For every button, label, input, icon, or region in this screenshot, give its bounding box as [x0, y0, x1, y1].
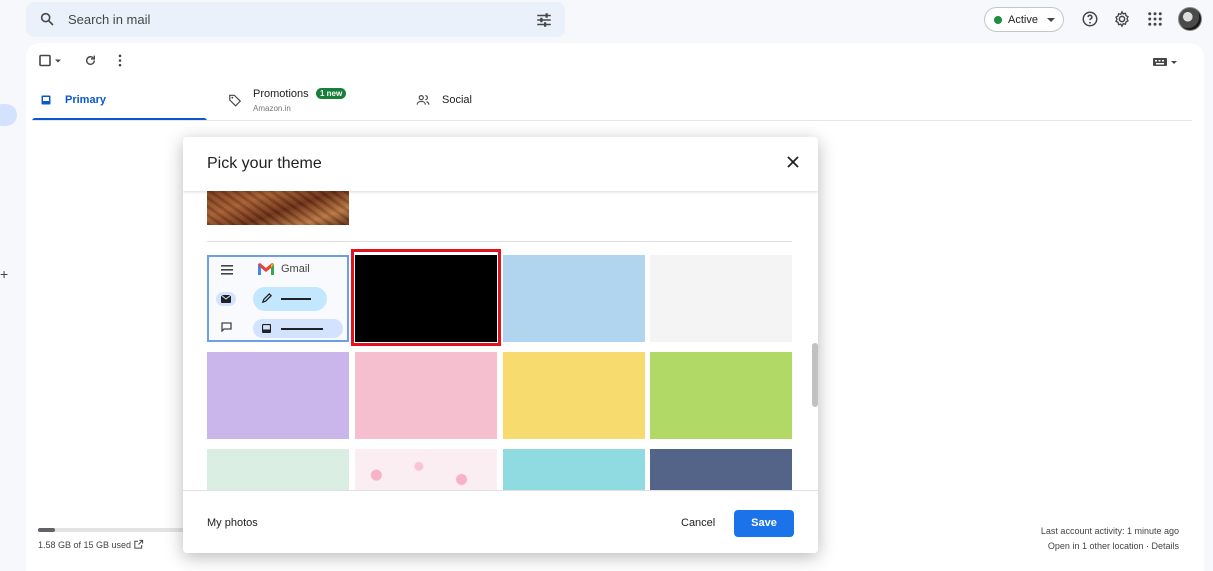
theme-grid: Gmail — [183, 191, 818, 490]
tag-icon — [229, 94, 242, 107]
tab-social-label: Social — [442, 94, 472, 106]
menu-icon — [221, 265, 233, 275]
save-button[interactable]: Save — [734, 510, 794, 537]
dialog-scrollbar[interactable] — [812, 343, 818, 407]
tab-primary[interactable]: Primary — [40, 82, 190, 121]
theme-yellow[interactable] — [503, 352, 645, 439]
search-options-icon[interactable] — [535, 11, 553, 29]
select-checkbox-icon[interactable] — [39, 54, 61, 68]
help-icon[interactable] — [1081, 10, 1099, 28]
theme-mint[interactable] — [207, 449, 349, 490]
dialog-header: Pick your theme — [183, 137, 818, 191]
theme-slate-blue[interactable] — [650, 449, 792, 490]
chat-icon — [221, 322, 232, 332]
close-icon[interactable] — [786, 155, 800, 169]
status-label: Active — [1008, 14, 1038, 26]
theme-light-gray[interactable] — [650, 255, 792, 342]
theme-default[interactable]: Gmail — [207, 255, 349, 342]
dialog-title: Pick your theme — [207, 155, 322, 172]
last-activity-text: Last account activity: 1 minute ago — [1040, 526, 1179, 536]
theme-pink[interactable] — [355, 352, 497, 439]
avatar[interactable] — [1178, 7, 1202, 31]
tab-promotions-label: Promotions — [253, 88, 309, 100]
inbox-preview — [253, 319, 343, 338]
tab-promotions[interactable]: Promotions 1 new Amazon.in — [228, 82, 388, 121]
tabs-divider — [32, 120, 1192, 121]
gear-icon[interactable] — [1113, 10, 1131, 28]
other-location-text[interactable]: Open in 1 other location · Details — [1048, 541, 1179, 551]
storage-fill — [38, 528, 55, 532]
open-in-new-icon[interactable] — [133, 539, 144, 550]
sidebar-selected-indicator[interactable] — [0, 104, 17, 126]
storage-text: 1.58 GB of 15 GB used — [38, 540, 132, 550]
add-label-icon[interactable]: + — [0, 266, 8, 282]
more-vert-icon[interactable] — [117, 54, 123, 67]
tab-social[interactable]: Social — [416, 82, 536, 121]
selected-highlight — [351, 249, 501, 346]
tab-promotions-sublabel: Amazon.in — [253, 104, 291, 113]
search-bar[interactable]: Search in mail — [26, 2, 565, 37]
chevron-down-icon — [1047, 18, 1055, 22]
cancel-button[interactable]: Cancel — [681, 517, 715, 529]
mail-icon — [216, 292, 236, 306]
pencil-icon — [261, 293, 272, 304]
apps-grid-icon[interactable] — [1146, 10, 1164, 28]
compose-preview — [253, 287, 327, 311]
people-icon — [416, 95, 430, 105]
gmail-logo-icon — [258, 263, 274, 275]
status-dropdown[interactable]: Active — [984, 7, 1064, 32]
theme-teal[interactable] — [503, 449, 645, 490]
theme-cherry-blossom[interactable] — [355, 449, 497, 490]
search-input[interactable]: Search in mail — [68, 12, 150, 27]
status-dot — [994, 16, 1002, 24]
theme-green[interactable] — [650, 352, 792, 439]
theme-photo-terrain[interactable] — [207, 191, 349, 225]
dialog-footer: My photos Cancel Save — [183, 490, 818, 553]
theme-dialog: Pick your theme Gmail My photos Cancel S… — [183, 137, 818, 553]
theme-divider — [207, 241, 792, 242]
new-badge: 1 new — [316, 88, 347, 99]
tab-primary-label: Primary — [65, 94, 106, 106]
keyboard-icon[interactable] — [1152, 56, 1178, 68]
inbox-icon — [41, 95, 51, 105]
theme-lavender[interactable] — [207, 352, 349, 439]
inbox-small-icon — [262, 324, 271, 333]
refresh-icon[interactable] — [84, 54, 97, 67]
search-icon[interactable] — [39, 11, 55, 27]
my-photos-button[interactable]: My photos — [207, 517, 258, 529]
storage-bar — [38, 528, 188, 532]
default-tile-app-name: Gmail — [281, 263, 310, 275]
theme-light-blue[interactable] — [503, 255, 645, 342]
